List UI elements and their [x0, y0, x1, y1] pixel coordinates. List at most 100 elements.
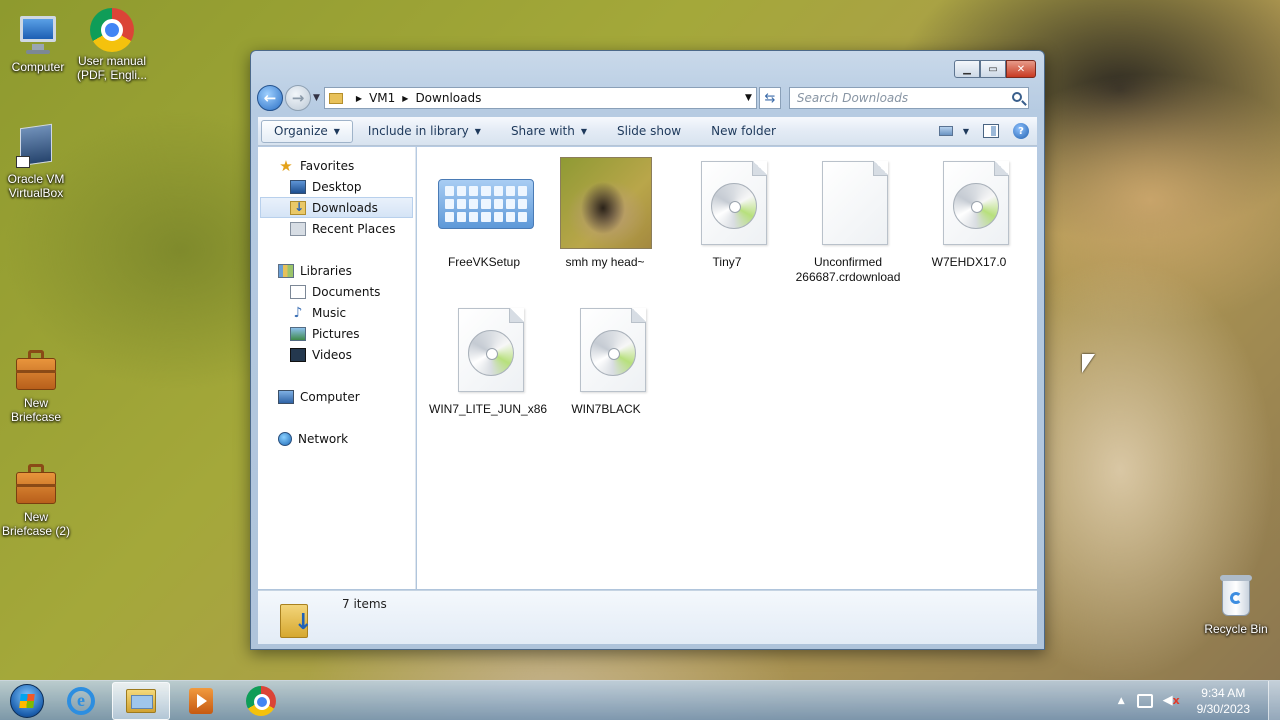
desktop-icon-virtualbox[interactable]: Oracle VM VirtualBox — [0, 122, 74, 200]
include-in-library-button[interactable]: Include in library ▼ — [353, 117, 496, 145]
taskbar-internet-explorer[interactable]: e — [52, 682, 110, 720]
show-desktop-button[interactable] — [1268, 680, 1280, 720]
disc-image-icon — [468, 330, 514, 376]
file-list: FreeVKSetup smh my head~ Tiny7 Unconfirm… — [417, 147, 1037, 589]
desktop-icon-new-briefcase-2[interactable]: New Briefcase (2) — [0, 460, 74, 538]
file-name: W7EHDX17.0 — [931, 255, 1007, 269]
search-icon[interactable] — [1011, 92, 1022, 102]
volume-muted-icon[interactable]: ◀x — [1163, 693, 1180, 708]
nav-item-videos[interactable]: Videos — [258, 344, 415, 365]
new-folder-button[interactable]: New folder — [696, 117, 791, 145]
file-item[interactable]: Unconfirmed 266687.crdownload — [793, 157, 903, 285]
media-player-icon — [189, 687, 213, 714]
slide-show-button[interactable]: Slide show — [602, 117, 696, 145]
downloads-folder-icon — [290, 200, 306, 215]
slide-show-label: Slide show — [617, 124, 682, 138]
file-item[interactable]: W7EHDX17.0 — [914, 157, 1024, 270]
desktop-icon-label: Oracle VM VirtualBox — [7, 172, 65, 200]
chevron-down-icon: ▼ — [333, 126, 340, 136]
view-options-dropdown[interactable]: ▼ — [963, 127, 969, 136]
taskbar-chrome[interactable] — [232, 682, 290, 720]
file-item[interactable]: WIN7BLACK — [551, 304, 661, 417]
help-icon[interactable]: ? — [1013, 123, 1029, 139]
window-controls: ▁ ▭ ✕ — [954, 60, 1036, 78]
nav-item-favorites[interactable]: ★ Favorites — [258, 155, 415, 176]
close-icon: ✕ — [1016, 63, 1026, 75]
nav-item-downloads[interactable]: Downloads — [260, 197, 413, 218]
explorer-window: ▁ ▭ ✕ ← → ▼ ▶ VM1 ▶ Downloads ▼ ⇆ Search… — [250, 50, 1045, 650]
search-input[interactable]: Search Downloads — [788, 87, 1029, 109]
taskbar: e ▲ ◀x 9:34 AM 9/30/2023 — [0, 680, 1280, 720]
nav-item-libraries[interactable]: Libraries — [258, 260, 415, 281]
maximize-button[interactable]: ▭ — [980, 60, 1006, 78]
clock[interactable]: 9:34 AM 9/30/2023 — [1197, 685, 1250, 717]
recent-pages-dropdown[interactable]: ▼ — [313, 93, 320, 103]
breadcrumb-vm1[interactable]: VM1 — [369, 91, 395, 105]
network-status-icon[interactable] — [1136, 693, 1153, 708]
clock-time: 9:34 AM — [1201, 685, 1246, 700]
nav-item-label: Desktop — [312, 179, 362, 194]
windows-explorer-icon — [126, 688, 156, 713]
pictures-icon — [290, 326, 306, 341]
taskbar-windows-explorer[interactable] — [112, 681, 170, 720]
file-item[interactable]: FreeVKSetup — [429, 157, 539, 270]
file-name: FreeVKSetup — [447, 255, 521, 269]
breadcrumb-downloads[interactable]: Downloads — [415, 91, 481, 105]
star-icon: ★ — [279, 156, 293, 175]
desktop-icon-computer[interactable]: Computer — [0, 10, 76, 74]
breadcrumb-separator-icon[interactable]: ▶ — [402, 94, 408, 103]
forward-button[interactable]: → — [285, 85, 311, 111]
downloads-folder-icon: ↓ — [280, 598, 312, 638]
close-button[interactable]: ✕ — [1006, 60, 1036, 78]
desktop-icon-user-manual[interactable]: User manual (PDF, Engli... — [74, 8, 150, 82]
nav-item-pictures[interactable]: Pictures — [258, 323, 415, 344]
nav-item-desktop[interactable]: Desktop — [258, 176, 415, 197]
maximize-icon: ▭ — [988, 63, 998, 75]
keyboard-icon — [438, 179, 534, 229]
file-item[interactable]: Tiny7 — [672, 157, 782, 270]
desktop-icon-new-briefcase[interactable]: New Briefcase — [0, 346, 74, 424]
file-name: Tiny7 — [712, 255, 742, 269]
folder-icon — [328, 92, 343, 104]
file-item[interactable]: smh my head~ — [550, 157, 660, 270]
back-button[interactable]: ← — [257, 85, 283, 111]
refresh-icon: ⇆ — [764, 90, 776, 106]
recycle-bin-icon — [1212, 572, 1260, 620]
file-name: WIN7BLACK — [571, 402, 641, 416]
nav-item-music[interactable]: ♪ Music — [258, 302, 415, 323]
chevron-down-icon: ▼ — [580, 126, 587, 136]
share-with-button[interactable]: Share with ▼ — [496, 117, 602, 145]
nav-item-computer[interactable]: Computer — [258, 386, 415, 407]
address-bar[interactable]: ▶ VM1 ▶ Downloads ▼ — [323, 87, 757, 109]
virtualbox-icon — [12, 122, 60, 170]
file-item[interactable]: WIN7_LITE_JUN_x86 — [429, 304, 547, 417]
organize-button[interactable]: Organize ▼ — [261, 119, 353, 143]
desktop-icon-label: User manual (PDF, Engli... — [76, 54, 148, 82]
chrome-icon — [90, 8, 134, 52]
desktop-icon-recycle-bin[interactable]: Recycle Bin — [1198, 572, 1274, 636]
briefcase-icon — [12, 346, 60, 394]
taskbar-media-player[interactable] — [172, 682, 230, 720]
disc-image-icon — [953, 183, 999, 229]
start-button[interactable] — [4, 681, 50, 720]
minimize-button[interactable]: ▁ — [954, 60, 980, 78]
desktop-icon-label: Computer — [11, 60, 65, 74]
preview-pane-icon[interactable] — [983, 124, 999, 138]
clock-date: 9/30/2023 — [1196, 701, 1250, 716]
disc-image-icon — [711, 183, 757, 229]
nav-item-label: Recent Places — [312, 221, 396, 236]
back-arrow-icon: ← — [263, 89, 277, 107]
chrome-icon — [246, 685, 276, 716]
change-view-icon[interactable] — [938, 126, 953, 136]
nav-item-recent-places[interactable]: Recent Places — [258, 218, 415, 239]
toolbar-right: ▼ ? — [938, 123, 1037, 139]
address-history-dropdown[interactable]: ▼ — [745, 93, 752, 103]
system-tray: ▲ ◀x 9:34 AM 9/30/2023 — [1118, 680, 1280, 720]
breadcrumb-separator-icon[interactable]: ▶ — [356, 94, 362, 103]
nav-item-documents[interactable]: Documents — [258, 281, 415, 302]
computer-icon — [14, 10, 62, 58]
forward-arrow-icon: → — [291, 89, 305, 107]
show-hidden-icons-icon[interactable]: ▲ — [1118, 696, 1125, 706]
refresh-button[interactable]: ⇆ — [758, 87, 781, 109]
nav-item-network[interactable]: Network — [258, 428, 415, 449]
